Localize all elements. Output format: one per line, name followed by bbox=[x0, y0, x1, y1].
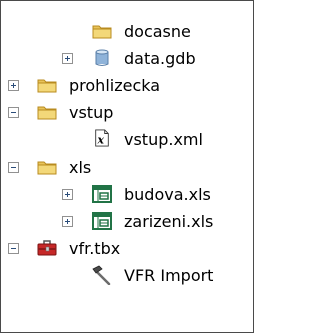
tree-item-label: budova.xls bbox=[124, 185, 211, 204]
tree-item-docasne[interactable]: docasne bbox=[1, 18, 253, 45]
tree-item-label: VFR Import bbox=[124, 266, 214, 285]
excel-table-icon bbox=[92, 185, 112, 203]
catalog-tree: docasne data.gdb prohlizecka vstup x vst… bbox=[0, 0, 254, 333]
collapse-toggle[interactable] bbox=[8, 107, 19, 118]
tree-item-vfr-tbx[interactable]: vfr.tbx bbox=[1, 235, 253, 262]
tree-item-prohlizecka[interactable]: prohlizecka bbox=[1, 72, 253, 99]
expand-toggle[interactable] bbox=[62, 53, 73, 64]
toolbox-icon bbox=[37, 240, 57, 256]
expand-toggle[interactable] bbox=[62, 189, 73, 200]
tree-item-budova-xls[interactable]: budova.xls bbox=[1, 181, 253, 208]
expand-toggle[interactable] bbox=[8, 80, 19, 91]
tree-item-vstup-xml[interactable]: x vstup.xml bbox=[1, 126, 253, 153]
tree-item-label: xls bbox=[69, 158, 92, 177]
tree-item-zarizeni-xls[interactable]: zarizeni.xls bbox=[1, 208, 253, 235]
tool-hammer-icon bbox=[92, 265, 111, 285]
tree-item-label: docasne bbox=[124, 22, 191, 41]
tree-item-label: zarizeni.xls bbox=[124, 212, 214, 231]
file-geodatabase-icon bbox=[95, 49, 109, 66]
tree-item-label: vstup bbox=[69, 103, 114, 122]
tree-item-label: vstup.xml bbox=[124, 130, 203, 149]
tree-item-label: prohlizecka bbox=[69, 76, 161, 95]
tree-item-label: vfr.tbx bbox=[69, 239, 121, 258]
tree-item-vfr-import[interactable]: VFR Import bbox=[1, 262, 253, 289]
tree-item-data-gdb[interactable]: data.gdb bbox=[1, 45, 253, 72]
tree-item-label: data.gdb bbox=[124, 49, 196, 68]
folder-icon bbox=[92, 25, 112, 39]
xml-file-icon: x bbox=[95, 129, 109, 147]
svg-text:x: x bbox=[97, 133, 105, 146]
expand-toggle[interactable] bbox=[62, 216, 73, 227]
excel-table-icon bbox=[92, 212, 112, 230]
tree-item-xls[interactable]: xls bbox=[1, 154, 253, 181]
folder-icon bbox=[37, 79, 57, 93]
tree-item-vstup[interactable]: vstup bbox=[1, 99, 253, 126]
collapse-toggle[interactable] bbox=[8, 243, 19, 254]
folder-icon bbox=[37, 161, 57, 175]
folder-icon bbox=[37, 106, 57, 120]
collapse-toggle[interactable] bbox=[8, 162, 19, 173]
